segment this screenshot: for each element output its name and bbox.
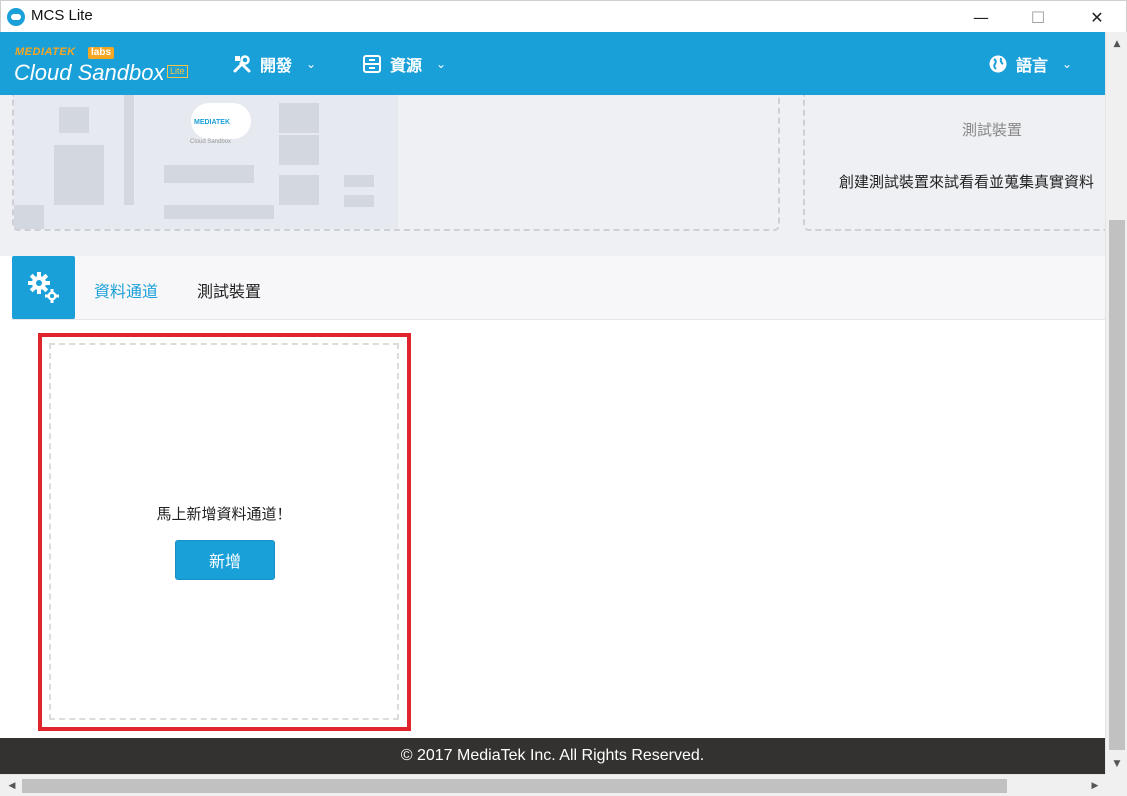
tab-data-channel[interactable]: 資料通道 (94, 278, 158, 302)
vertical-scroll-thumb[interactable] (1109, 220, 1125, 750)
scroll-down-icon[interactable]: ▼ (1106, 754, 1127, 774)
close-button[interactable]: ✕ (1069, 1, 1125, 33)
tab-test-device[interactable]: 測試裝置 (197, 278, 261, 302)
horizontal-scroll-thumb[interactable] (22, 779, 1007, 793)
chevron-down-icon: ⌄ (306, 57, 317, 71)
add-channel-card: 馬上新增資料通道！ 新增 (49, 343, 399, 720)
nav-language-label: 語言 (1016, 56, 1049, 75)
test-device-title: 測試裝置 (962, 121, 1023, 139)
nav-develop-label: 開發 (260, 56, 293, 75)
settings-button[interactable] (12, 256, 75, 319)
logo-labs: labs (88, 47, 115, 59)
banner-card-test-device: 測試裝置 創建測試裝置來試看看並蒐集真實資料 (803, 95, 1113, 231)
chevron-down-icon: ⌄ (436, 57, 447, 71)
globe-icon (988, 54, 1008, 74)
footer: © 2017 MediaTek Inc. All Rights Reserved… (0, 738, 1105, 774)
scroll-up-icon[interactable]: ▲ (1106, 34, 1127, 54)
storage-icon (362, 54, 382, 74)
chevron-down-icon: ⌄ (1062, 57, 1073, 71)
window-title: MCS Lite (31, 7, 93, 24)
scroll-right-icon[interactable]: ▶ (1085, 775, 1105, 796)
nav-language[interactable]: 語言 ⌄ (988, 52, 1072, 76)
scroll-left-icon[interactable]: ◀ (2, 775, 22, 796)
maximize-button[interactable]: ☐ (1010, 1, 1066, 33)
gears-icon (28, 272, 59, 303)
window-titlebar: MCS Lite — ☐ ✕ (0, 0, 1127, 32)
minimize-button[interactable]: — (953, 1, 1009, 33)
app-header: MEDIATEK labs Cloud Sandbox Lite 開發 ⌄ 資源 (0, 32, 1105, 95)
nav-resources-label: 資源 (390, 56, 423, 75)
prototype-tab-bar: 資料通道 測試裝置 (12, 256, 1105, 320)
tools-icon (232, 54, 252, 74)
logo-badge: Lite (167, 65, 188, 78)
banner-card-left (12, 95, 780, 231)
add-button[interactable]: 新增 (175, 540, 275, 580)
copyright-text: © 2017 MediaTek Inc. All Rights Reserved… (400, 747, 705, 764)
nav-resources[interactable]: 資源 ⌄ (362, 52, 446, 76)
horizontal-scrollbar[interactable]: ◀ ▶ (0, 774, 1127, 796)
cloud-app-icon (7, 8, 25, 26)
logo-main: Cloud Sandbox (14, 60, 165, 85)
nav-develop[interactable]: 開發 ⌄ (232, 52, 316, 76)
add-channel-prompt: 馬上新增資料通道！ (156, 505, 292, 523)
test-device-description: 創建測試裝置來試看看並蒐集真實資料 (839, 173, 1095, 191)
scrollbar-corner (1105, 774, 1127, 796)
logo-brand: MEDIATEK (15, 46, 76, 58)
vertical-scrollbar[interactable]: ▲ ▼ (1105, 32, 1127, 774)
